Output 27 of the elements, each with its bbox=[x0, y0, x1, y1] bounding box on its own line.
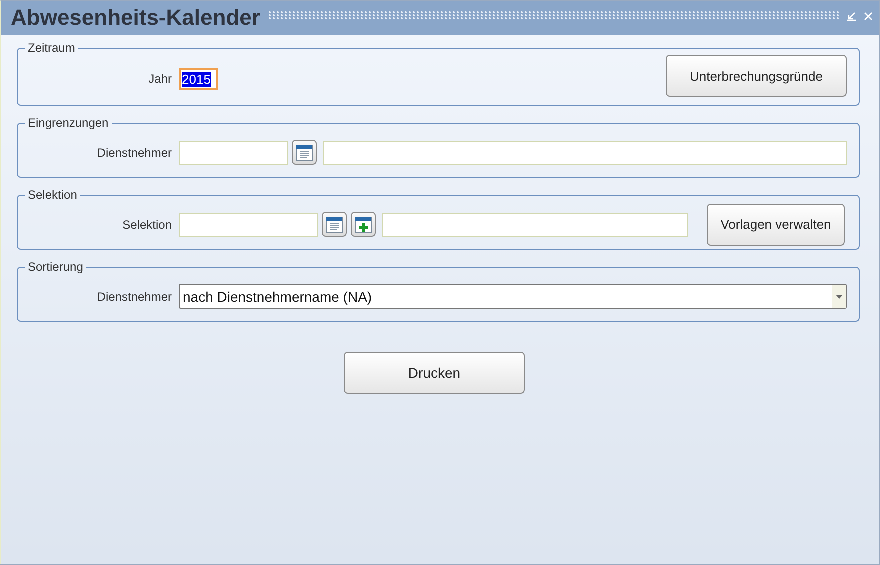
group-title: Eingrenzungen bbox=[27, 116, 110, 130]
year-field[interactable]: 2015 bbox=[179, 68, 218, 90]
reasons-button[interactable]: Unterbrechungsgründe bbox=[666, 55, 847, 97]
window-title: Abwesenheits-Kalender bbox=[11, 5, 260, 31]
sort-dropdown[interactable]: nach Dienstnehmername (NA) bbox=[179, 284, 847, 309]
lookup-button[interactable] bbox=[322, 212, 347, 237]
field-label: Dienstnehmer bbox=[96, 146, 172, 160]
print-button[interactable]: Drucken bbox=[344, 352, 525, 394]
input-field[interactable] bbox=[382, 212, 688, 236]
caret-icon bbox=[836, 294, 842, 298]
add-notepad-icon bbox=[354, 215, 373, 234]
input-field[interactable] bbox=[179, 140, 288, 164]
field-label: Selektion bbox=[122, 218, 172, 232]
field-label: Jahr bbox=[148, 72, 172, 86]
input-field[interactable] bbox=[179, 212, 318, 236]
input-field[interactable] bbox=[323, 140, 847, 164]
minimize-icon[interactable] bbox=[847, 12, 856, 21]
templates-button[interactable]: Vorlagen verwalten bbox=[707, 204, 845, 246]
notepad-icon bbox=[295, 143, 314, 162]
group-title: Zeitraum bbox=[27, 41, 76, 55]
lookup-button[interactable] bbox=[292, 140, 317, 165]
notepad-icon bbox=[325, 215, 344, 234]
group-title: Sortierung bbox=[27, 260, 84, 274]
field-label: Dienstnehmer bbox=[96, 290, 172, 304]
add-button[interactable] bbox=[351, 212, 376, 237]
close-icon[interactable] bbox=[864, 12, 873, 21]
group-title: Selektion bbox=[27, 188, 78, 202]
